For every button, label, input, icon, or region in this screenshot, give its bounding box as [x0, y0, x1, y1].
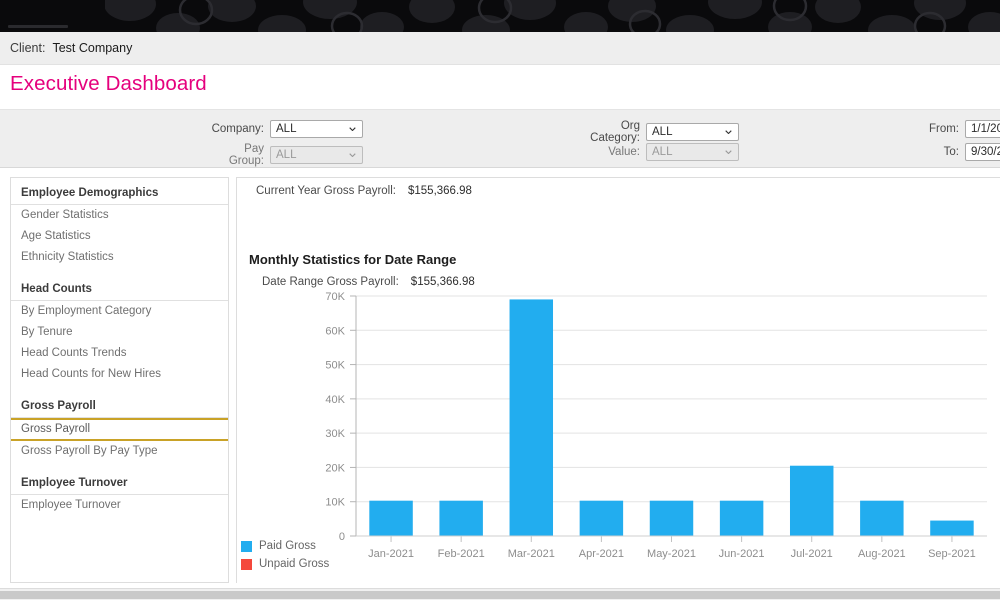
sidebar-item-by-employment-category[interactable]: By Employment Category: [11, 301, 228, 322]
sidebar-item-ethnicity-statistics[interactable]: Ethnicity Statistics: [11, 247, 228, 268]
chart-x-tick-label: Jan-2021: [368, 548, 414, 560]
chart-bar: [580, 501, 623, 536]
sidebar-group-employee-demographics: Employee Demographics: [11, 178, 228, 205]
sidebar-spacer: [11, 268, 228, 277]
filter-value: Value: ALL: [568, 143, 739, 161]
company-filter-label: Company:: [208, 123, 264, 135]
filter-company: Company: ALL: [208, 120, 363, 138]
client-label: Client:: [10, 41, 45, 55]
sidebar-group-head-counts: Head Counts: [11, 277, 228, 301]
banner-pattern-decoration: [0, 0, 1000, 32]
chart-y-tick-label: 30K: [325, 428, 345, 440]
chart-x-tick-label: Sep-2021: [928, 548, 976, 560]
value-filter-select[interactable]: ALL: [646, 143, 739, 161]
app-banner: [0, 0, 1000, 32]
client-name-value: Test Company: [52, 41, 132, 55]
legend-label-unpaid-gross: Unpaid Gross: [259, 558, 329, 570]
date-range-gross-payroll-label: Date Range Gross Payroll:: [262, 276, 399, 288]
pay-group-filter-value: ALL: [276, 149, 296, 161]
sidebar-item-head-counts-trends[interactable]: Head Counts Trends: [11, 343, 228, 364]
chart-bar: [650, 501, 693, 536]
legend-item-unpaid-gross[interactable]: Unpaid Gross: [241, 558, 371, 570]
chart-y-tick-label: 50K: [325, 360, 345, 372]
date-range-gross-payroll-value: $155,366.98: [411, 276, 475, 288]
filter-org-category: Org Category: ALL: [568, 120, 739, 144]
sidebar-item-by-tenure[interactable]: By Tenure: [11, 322, 228, 343]
org-category-filter-label: Org Category:: [568, 120, 640, 144]
chart-bar: [930, 521, 973, 536]
chevron-down-icon: [349, 153, 356, 157]
legend-swatch-paid-gross: [241, 541, 252, 552]
company-filter-value: ALL: [276, 123, 296, 135]
sidebar-spacer: [11, 462, 228, 471]
sidebar-group-employee-turnover: Employee Turnover: [11, 471, 228, 495]
chart-x-tick-label: Mar-2021: [508, 548, 555, 560]
chart-x-tick-label: Jun-2021: [719, 548, 765, 560]
to-date-label: To:: [925, 146, 959, 158]
chart-y-tick-label: 60K: [325, 325, 345, 337]
current-year-gross-payroll-row: Current Year Gross Payroll: $155,366.98: [256, 185, 472, 197]
sidebar-group-gross-payroll: Gross Payroll: [11, 394, 228, 418]
pay-group-filter-select[interactable]: ALL: [270, 146, 363, 164]
value-filter-value: ALL: [652, 146, 672, 158]
chart-x-tick-label: Apr-2021: [579, 548, 624, 560]
sidebar-nav: Employee Demographics Gender Statistics …: [10, 177, 229, 583]
chart-x-tick-label: Jul-2021: [791, 548, 833, 560]
chevron-down-icon: [725, 130, 732, 134]
filter-from-date: From: 1/1/202: [925, 120, 1000, 138]
sidebar-item-age-statistics[interactable]: Age Statistics: [11, 226, 228, 247]
legend-swatch-unpaid-gross: [241, 559, 252, 570]
sidebar-item-gross-payroll[interactable]: Gross Payroll: [11, 418, 228, 441]
sidebar-item-gender-statistics[interactable]: Gender Statistics: [11, 205, 228, 226]
chart-bar: [369, 501, 412, 536]
value-filter-label: Value:: [568, 146, 640, 158]
legend-label-paid-gross: Paid Gross: [259, 540, 316, 552]
pay-group-filter-label: Pay Group:: [208, 143, 264, 167]
chart-y-tick-label: 20K: [325, 462, 345, 474]
company-filter-select[interactable]: ALL: [270, 120, 363, 138]
app-logo[interactable]: [0, 0, 105, 32]
chart-bar: [860, 501, 903, 536]
chart-y-tick-label: 40K: [325, 394, 345, 406]
chart-bar: [790, 466, 833, 536]
current-year-gross-payroll-value: $155,366.98: [408, 185, 472, 197]
title-area: Executive Dashboard: [0, 65, 1000, 109]
horizontal-scrollbar[interactable]: [0, 588, 1000, 600]
filter-bar: Company: ALL Pay Group: ALL Org Category…: [0, 109, 1000, 168]
chart-bar: [439, 501, 482, 536]
org-category-filter-select[interactable]: ALL: [646, 123, 739, 141]
to-date-input[interactable]: 9/30/20: [965, 143, 1000, 161]
sidebar-item-employee-turnover[interactable]: Employee Turnover: [11, 495, 228, 516]
chart-y-tick-label: 10K: [325, 497, 345, 509]
chevron-down-icon: [725, 150, 732, 154]
sidebar-item-head-counts-for-new-hires[interactable]: Head Counts for New Hires: [11, 364, 228, 385]
section-title: Monthly Statistics for Date Range: [249, 252, 456, 267]
scrollbar-thumb[interactable]: [0, 591, 1000, 599]
chevron-down-icon: [349, 127, 356, 131]
client-bar: Client: Test Company: [0, 32, 1000, 65]
from-date-input[interactable]: 1/1/202: [965, 120, 1000, 138]
current-year-gross-payroll-label: Current Year Gross Payroll:: [256, 185, 396, 197]
to-date-value: 9/30/20: [971, 146, 1000, 158]
sidebar-item-gross-payroll-by-pay-type[interactable]: Gross Payroll By Pay Type: [11, 441, 228, 462]
chart-x-tick-label: Aug-2021: [858, 548, 906, 560]
main-content-panel: Current Year Gross Payroll: $155,366.98 …: [236, 177, 1000, 583]
filter-to-date: To: 9/30/20: [925, 143, 1000, 161]
org-category-filter-value: ALL: [652, 126, 672, 138]
chart-bar: [720, 501, 763, 536]
date-range-gross-payroll-row: Date Range Gross Payroll: $155,366.98: [262, 276, 475, 288]
page-title: Executive Dashboard: [10, 72, 207, 96]
logo-mark-icon: [8, 25, 68, 28]
legend-item-paid-gross[interactable]: Paid Gross: [241, 540, 371, 552]
filter-pay-group: Pay Group: ALL: [208, 143, 363, 167]
chart-bar: [510, 299, 553, 536]
chart-y-tick-label: 70K: [325, 291, 345, 303]
chart-x-tick-label: Feb-2021: [438, 548, 485, 560]
from-date-label: From:: [925, 123, 959, 135]
from-date-value: 1/1/202: [971, 123, 1000, 135]
sidebar-spacer: [11, 385, 228, 394]
chart-legend: Paid Gross Unpaid Gross: [241, 540, 371, 576]
chart-x-tick-label: May-2021: [647, 548, 696, 560]
